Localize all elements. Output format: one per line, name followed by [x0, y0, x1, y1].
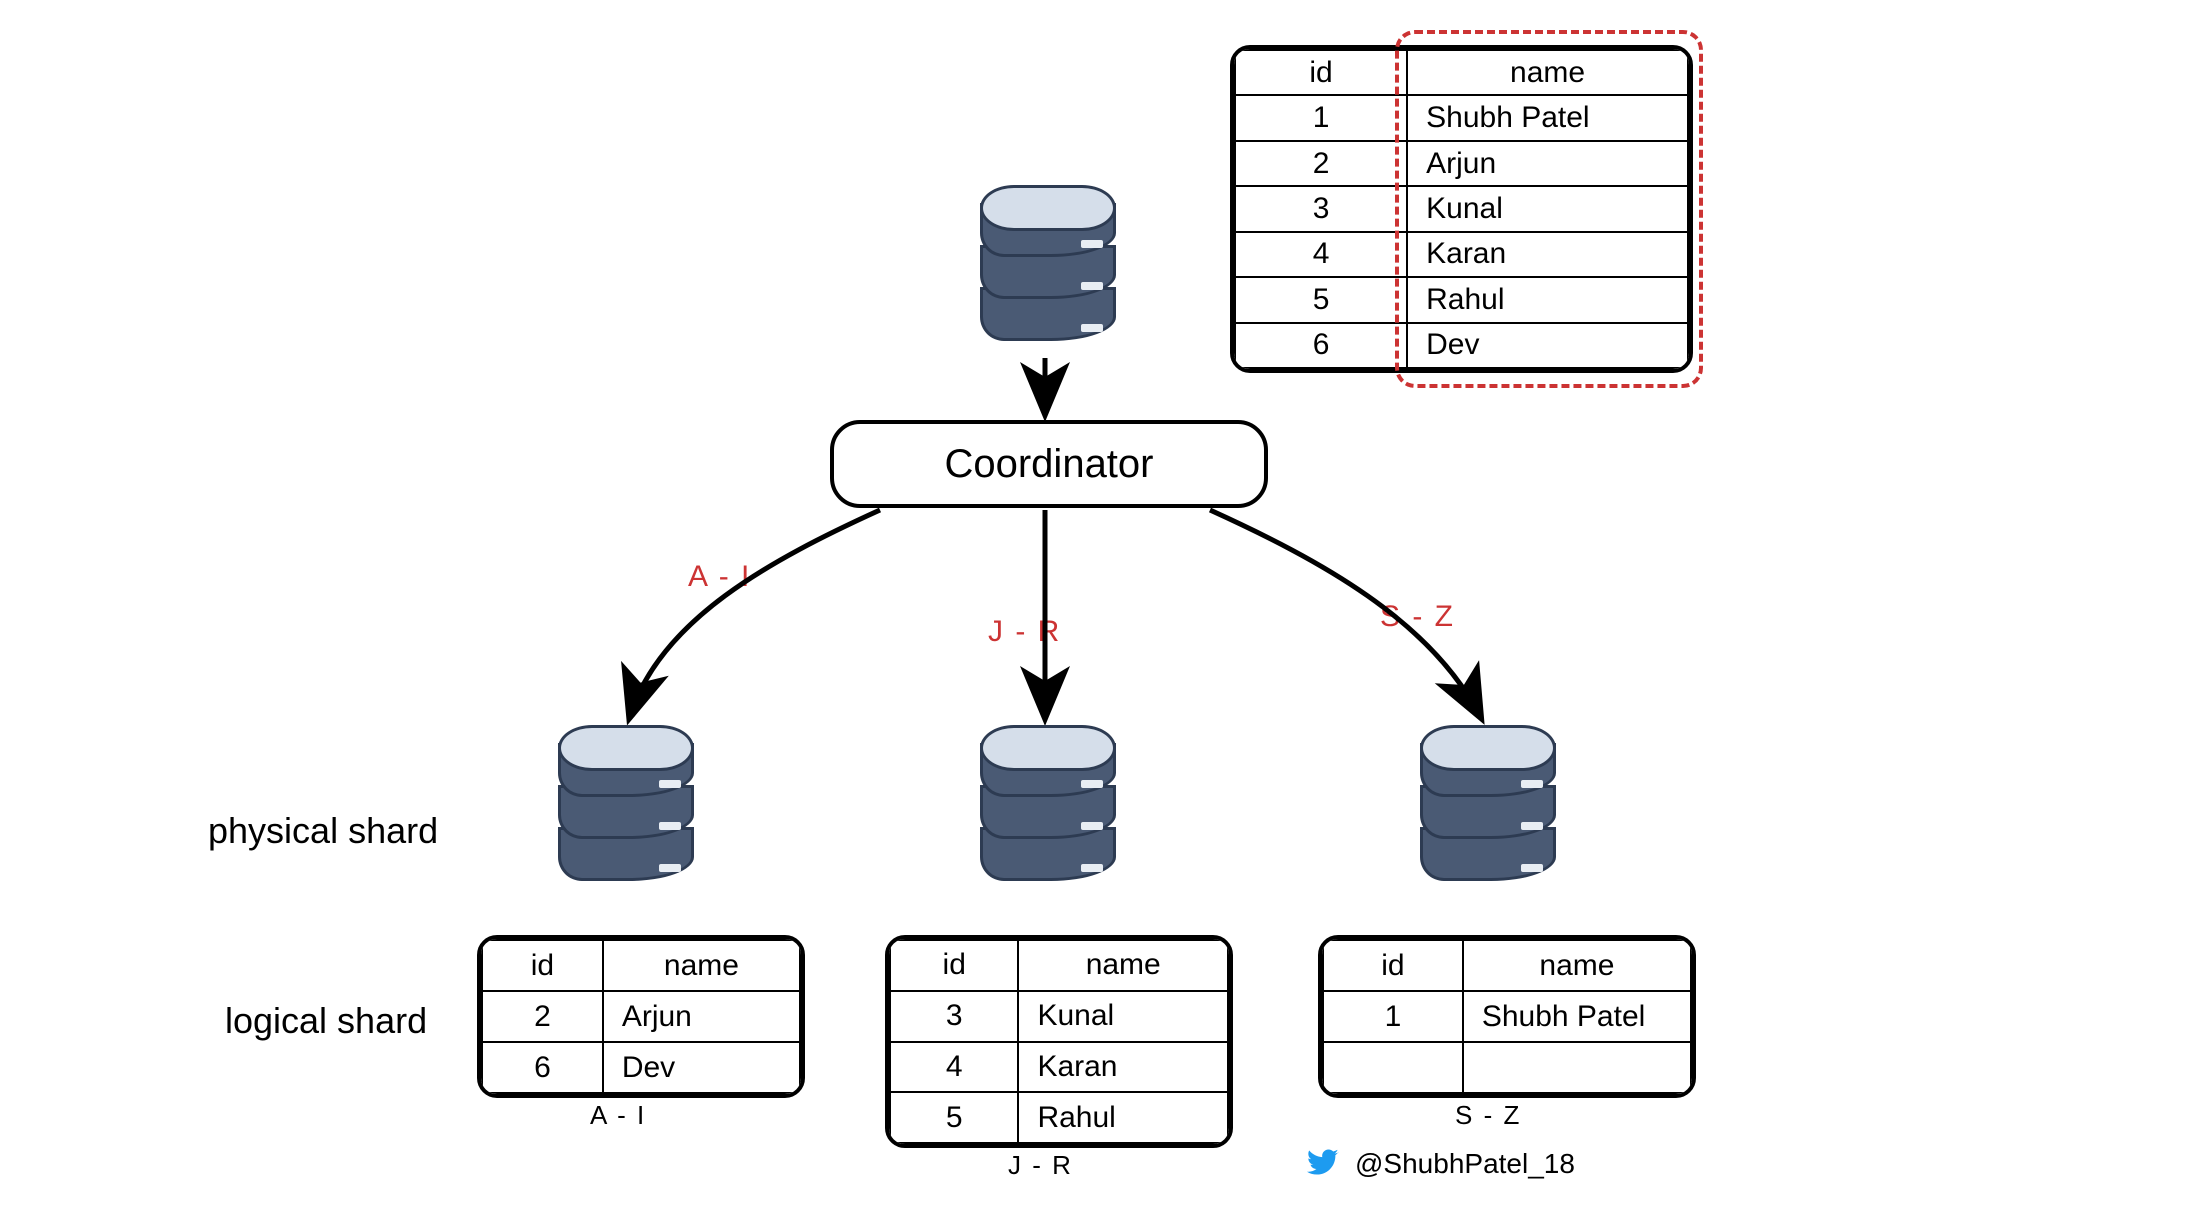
database-icon-shard-left	[558, 725, 688, 885]
main-header-name: name	[1407, 50, 1688, 95]
shard-caption-mid: J - R	[1008, 1150, 1073, 1181]
range-label-mid: J - R	[988, 615, 1061, 649]
twitter-handle: @ShubhPatel_18	[1355, 1148, 1575, 1180]
twitter-icon	[1300, 1145, 1344, 1181]
range-label-right: S - Z	[1380, 600, 1455, 634]
coordinator-box: Coordinator	[830, 420, 1268, 508]
physical-shard-label: physical shard	[208, 810, 438, 852]
database-icon-shard-right	[1420, 725, 1550, 885]
shard-table-right: idname 1Shubh Patel	[1318, 935, 1696, 1098]
logical-shard-label: logical shard	[225, 1000, 427, 1042]
database-icon-main	[980, 185, 1110, 345]
range-label-left: A - I	[688, 560, 751, 594]
shard-caption-left: A - I	[590, 1100, 646, 1131]
main-data-table: id name 1Shubh Patel 2Arjun 3Kunal 4Kara…	[1230, 45, 1693, 373]
main-header-id: id	[1235, 50, 1407, 95]
shard-table-mid: idname 3Kunal 4Karan 5Rahul	[885, 935, 1233, 1148]
database-icon-shard-mid	[980, 725, 1110, 885]
shard-caption-right: S - Z	[1455, 1100, 1521, 1131]
coordinator-label: Coordinator	[944, 442, 1153, 486]
shard-table-left: idname 2Arjun 6Dev	[477, 935, 805, 1098]
